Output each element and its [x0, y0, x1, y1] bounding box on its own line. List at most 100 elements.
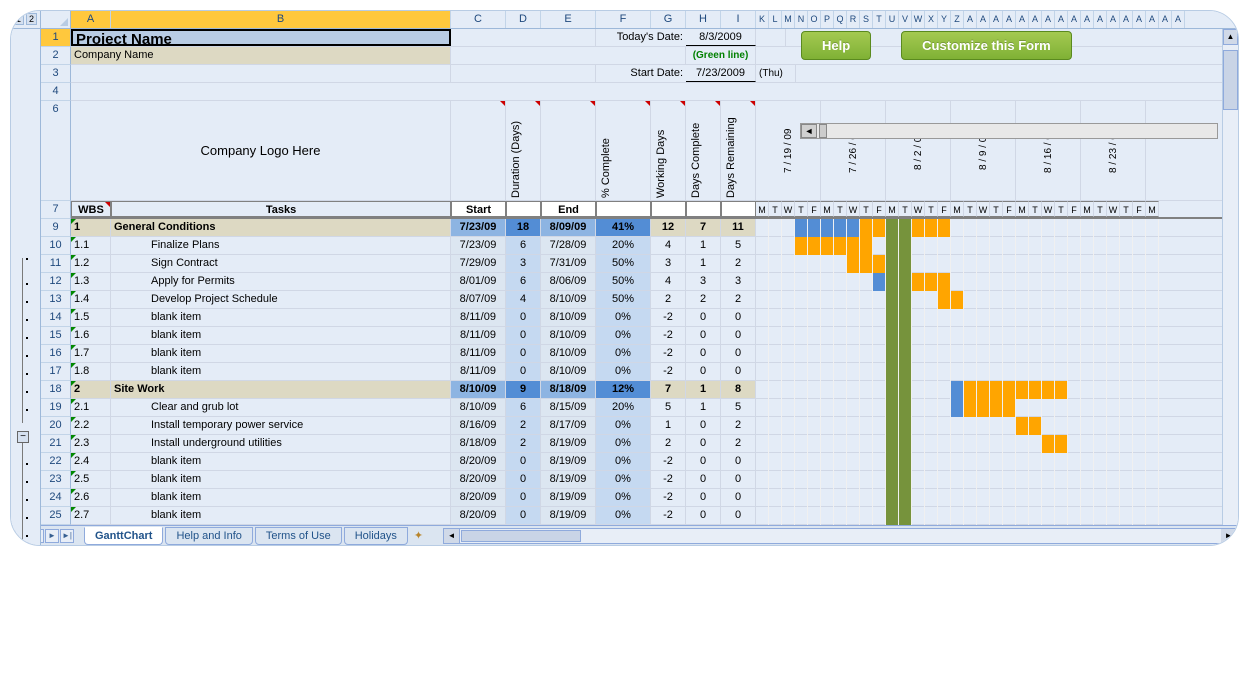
col-header-narrow[interactable]: A [1016, 11, 1029, 28]
gantt-cell[interactable] [808, 417, 821, 435]
outline-level-1[interactable]: 1 [13, 13, 24, 25]
wd-cell[interactable]: 2 [651, 291, 686, 308]
gantt-cell[interactable] [1003, 291, 1016, 309]
gantt-cell[interactable] [769, 507, 782, 525]
pct-cell[interactable]: 0% [596, 417, 651, 434]
gantt-cell[interactable] [808, 507, 821, 525]
gantt-cell[interactable] [821, 309, 834, 327]
gantt-cell[interactable] [886, 417, 899, 435]
gantt-cell[interactable] [1029, 471, 1042, 489]
gantt-cell[interactable] [1029, 381, 1042, 399]
gantt-cell[interactable] [847, 327, 860, 345]
gantt-cell[interactable] [1107, 417, 1120, 435]
gantt-cell[interactable] [873, 489, 886, 507]
gantt-cell[interactable] [1016, 489, 1029, 507]
gantt-cell[interactable] [834, 507, 847, 525]
task-name-cell[interactable]: Sign Contract [111, 255, 451, 272]
gantt-cell[interactable] [1094, 507, 1107, 525]
gantt-cell[interactable] [1133, 381, 1146, 399]
gantt-cell[interactable] [977, 309, 990, 327]
gantt-cell[interactable] [1042, 417, 1055, 435]
gantt-cell[interactable] [1120, 471, 1133, 489]
gantt-cell[interactable] [1146, 471, 1159, 489]
duration-cell[interactable]: 4 [506, 291, 541, 308]
gantt-cell[interactable] [1120, 435, 1133, 453]
gantt-cell[interactable] [977, 489, 990, 507]
gantt-cell[interactable] [1042, 345, 1055, 363]
col-header-narrow[interactable]: S [860, 11, 873, 28]
row-header[interactable]: 12 [41, 273, 71, 291]
col-header-e[interactable]: E [541, 11, 596, 28]
gantt-cell[interactable] [1133, 399, 1146, 417]
gantt-cell[interactable] [1081, 345, 1094, 363]
gantt-cell[interactable] [821, 237, 834, 255]
start-cell[interactable]: 7/29/09 [451, 255, 506, 272]
gantt-cell[interactable] [977, 471, 990, 489]
wbs-cell[interactable]: 1 [71, 219, 111, 236]
gantt-cell[interactable] [1068, 345, 1081, 363]
gantt-cell[interactable] [873, 507, 886, 525]
gantt-cell[interactable] [899, 219, 912, 237]
gantt-cell[interactable] [1120, 363, 1133, 381]
gantt-cell[interactable] [964, 453, 977, 471]
gantt-cell[interactable] [964, 345, 977, 363]
gantt-cell[interactable] [847, 417, 860, 435]
dr-cell[interactable]: 2 [721, 417, 756, 434]
duration-cell[interactable]: 0 [506, 453, 541, 470]
wd-cell[interactable]: 7 [651, 381, 686, 398]
duration-cell[interactable]: 3 [506, 255, 541, 272]
duration-cell[interactable]: 0 [506, 327, 541, 344]
gantt-cell[interactable] [1068, 489, 1081, 507]
gantt-cell[interactable] [1120, 489, 1133, 507]
gantt-cell[interactable] [1003, 381, 1016, 399]
gantt-cell[interactable] [925, 399, 938, 417]
gantt-cell[interactable] [756, 273, 769, 291]
gantt-cell[interactable] [1081, 417, 1094, 435]
sheet-tab[interactable]: Help and Info [165, 527, 252, 545]
gantt-cell[interactable] [1003, 399, 1016, 417]
gantt-cell[interactable] [1107, 471, 1120, 489]
col-header-narrow[interactable]: Y [938, 11, 951, 28]
gantt-cell[interactable] [977, 273, 990, 291]
gantt-cell[interactable] [1029, 291, 1042, 309]
end-cell[interactable]: 8/10/09 [541, 309, 596, 326]
col-header-narrow[interactable]: V [899, 11, 912, 28]
start-cell[interactable]: 8/10/09 [451, 381, 506, 398]
gantt-scroll-left[interactable]: ◄ [801, 124, 817, 138]
gantt-cell[interactable] [1003, 417, 1016, 435]
gantt-cell[interactable] [1146, 507, 1159, 525]
gantt-cell[interactable] [1016, 273, 1029, 291]
row-header[interactable]: 10 [41, 237, 71, 255]
gantt-cell[interactable] [951, 327, 964, 345]
gantt-cell[interactable] [860, 417, 873, 435]
gantt-cell[interactable] [1146, 219, 1159, 237]
gantt-cell[interactable] [1133, 327, 1146, 345]
gantt-cell[interactable] [795, 489, 808, 507]
duration-cell[interactable]: 0 [506, 489, 541, 506]
task-row[interactable]: 2 Site Work 8/10/09 9 8/18/09 12% 7 1 8 [71, 381, 1238, 399]
gantt-cell[interactable] [873, 237, 886, 255]
wbs-cell[interactable]: 1.4 [71, 291, 111, 308]
gantt-cell[interactable] [808, 345, 821, 363]
gantt-cell[interactable] [951, 309, 964, 327]
end-cell[interactable]: 8/06/09 [541, 273, 596, 290]
gantt-cell[interactable] [1133, 507, 1146, 525]
gantt-cell[interactable] [1068, 417, 1081, 435]
gantt-cell[interactable] [938, 219, 951, 237]
wbs-cell[interactable]: 1.1 [71, 237, 111, 254]
gantt-cell[interactable] [795, 219, 808, 237]
gantt-cell[interactable] [912, 219, 925, 237]
col-header-narrow[interactable]: A [1003, 11, 1016, 28]
gantt-cell[interactable] [977, 219, 990, 237]
gantt-cell[interactable] [1094, 345, 1107, 363]
col-header-g[interactable]: G [651, 11, 686, 28]
duration-cell[interactable]: 0 [506, 363, 541, 380]
gantt-cell[interactable] [1081, 471, 1094, 489]
gantt-cell[interactable] [834, 417, 847, 435]
col-header-narrow[interactable]: O [808, 11, 821, 28]
gantt-cell[interactable] [769, 291, 782, 309]
dc-cell[interactable]: 0 [686, 435, 721, 452]
gantt-cell[interactable] [912, 291, 925, 309]
gantt-cell[interactable] [899, 309, 912, 327]
gantt-cell[interactable] [912, 417, 925, 435]
